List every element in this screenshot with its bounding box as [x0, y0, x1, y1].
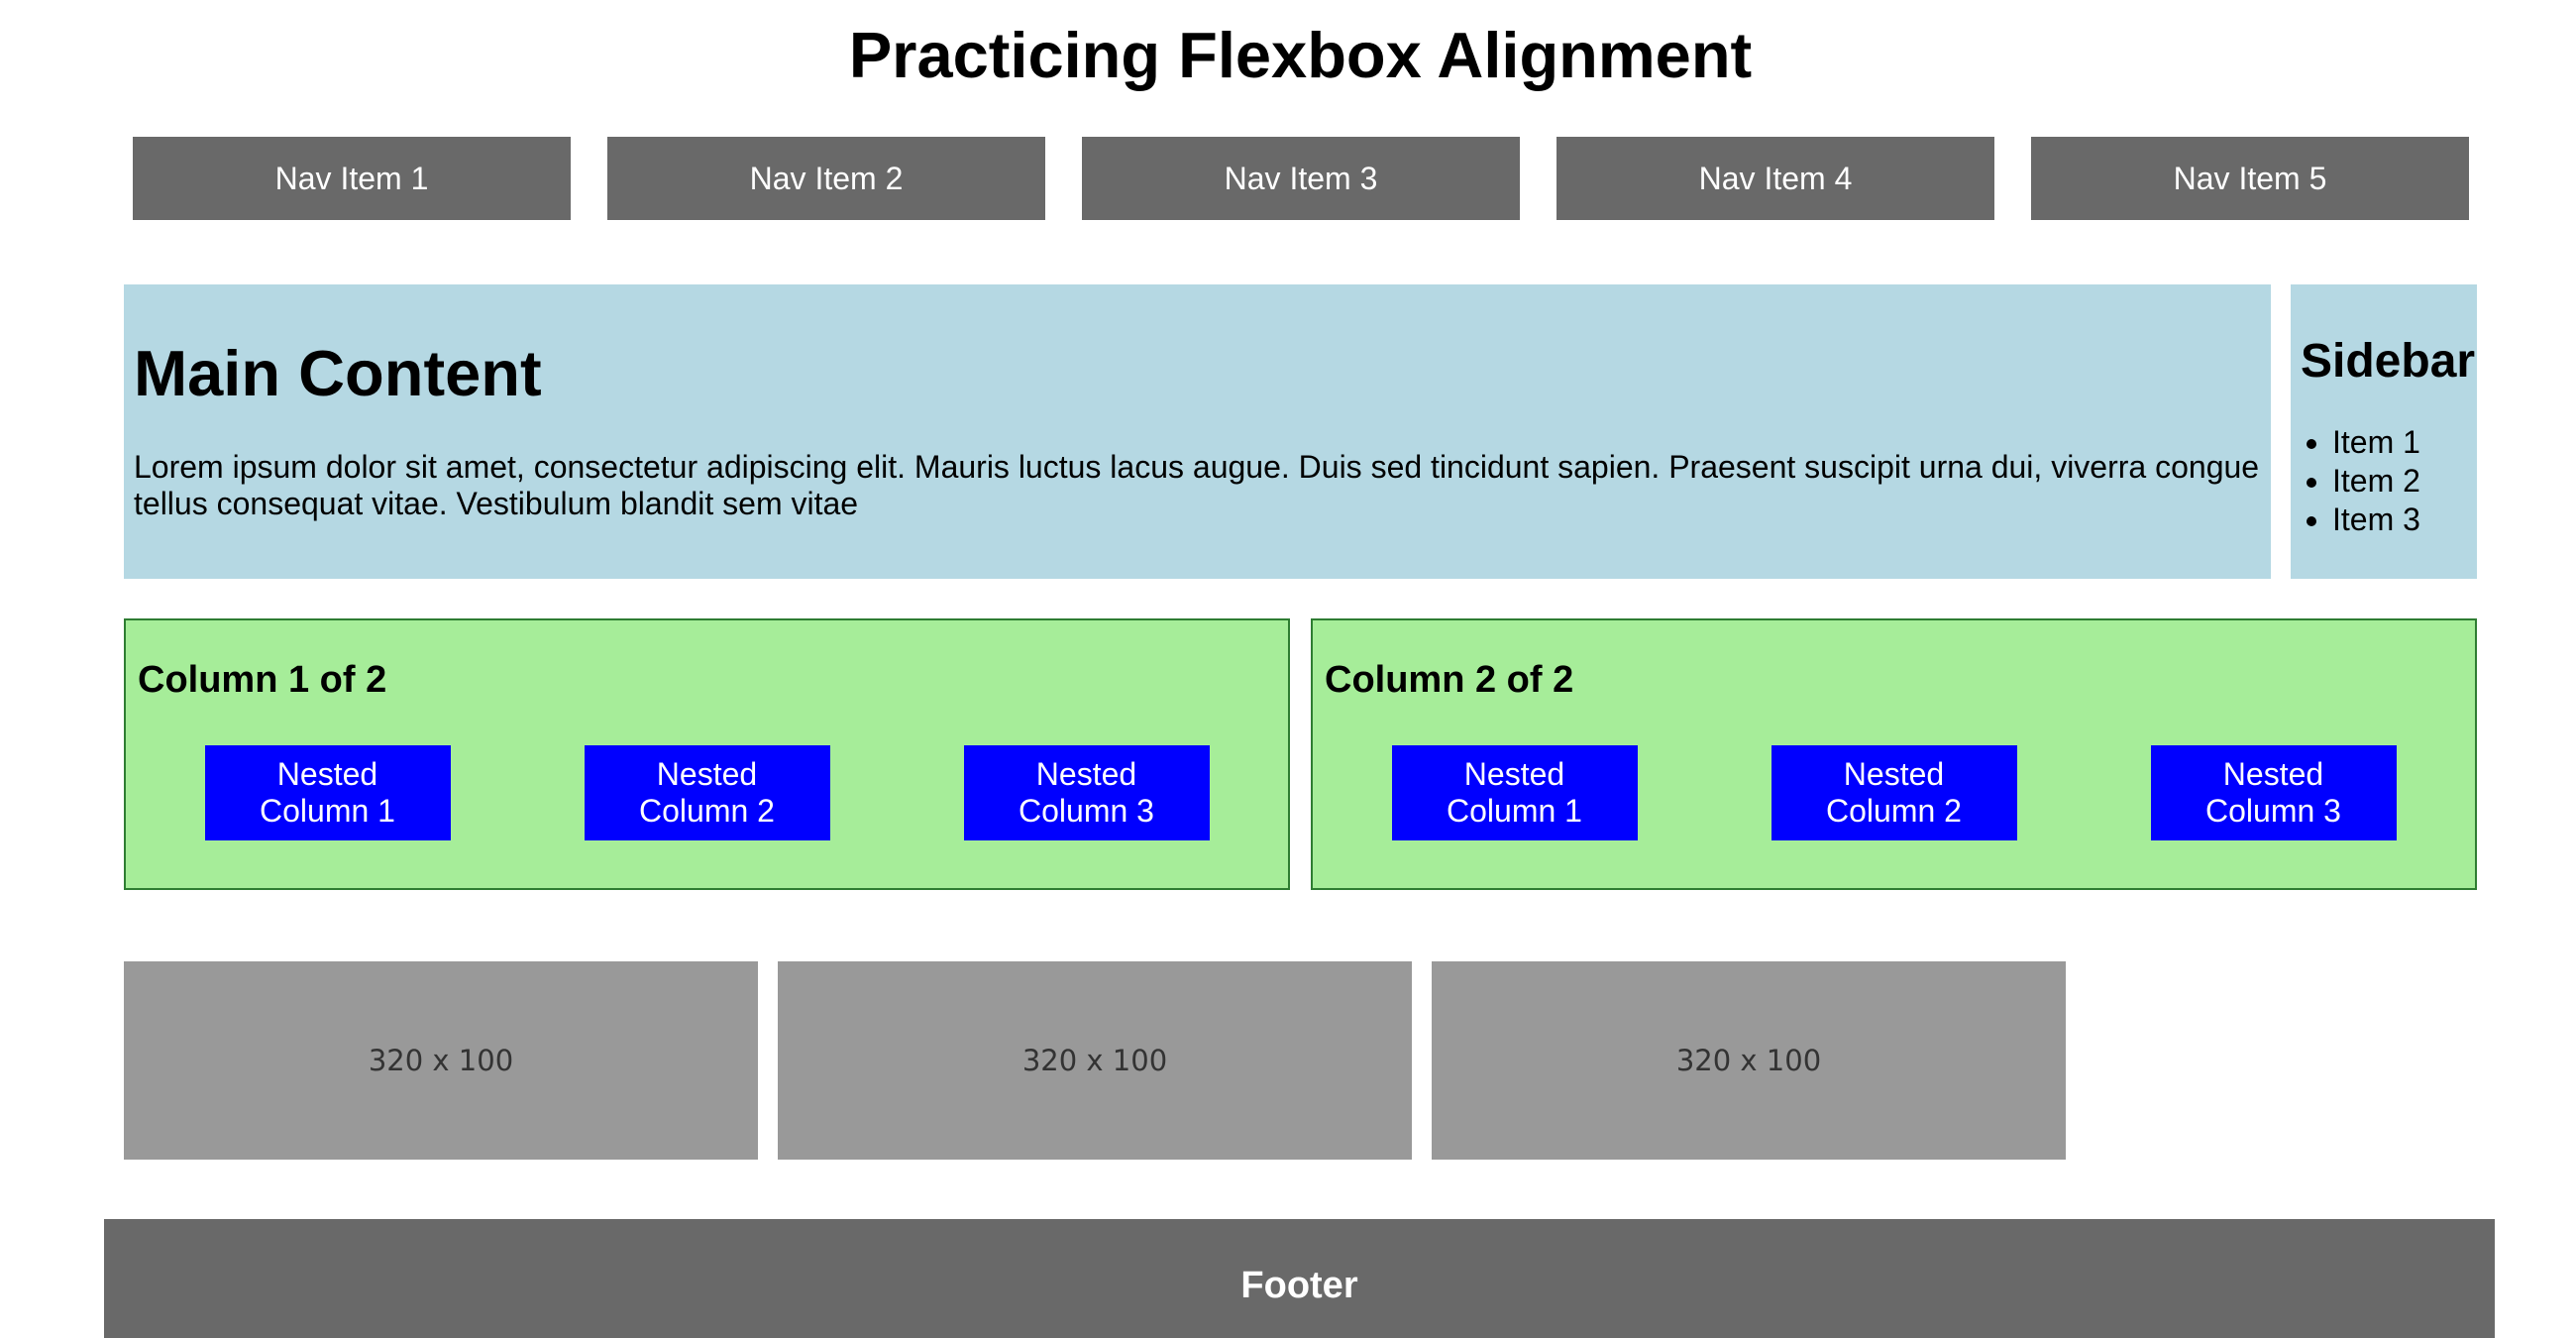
main-content: Main Content Lorem ipsum dolor sit amet,…: [124, 284, 2271, 579]
nav-bar: Nav Item 1 Nav Item 2 Nav Item 3 Nav Ite…: [133, 137, 2469, 220]
column-1: Column 1 of 2 Nested Column 1 Nested Col…: [124, 618, 1290, 890]
nested-column-2: Nested Column 2: [1771, 745, 2017, 840]
placeholder-image: 320 x 100: [778, 961, 1412, 1160]
nested-column-1: Nested Column 1: [1391, 745, 1638, 840]
sidebar: Sidebar Item 1 Item 2 Item 3: [2291, 284, 2477, 579]
column-2: Column 2 of 2 Nested Column 1 Nested Col…: [1311, 618, 2477, 890]
placeholder-image: 320 x 100: [1432, 961, 2066, 1160]
main-content-text: Lorem ipsum dolor sit amet, consectetur …: [134, 449, 2260, 521]
page-title: Practicing Flexbox Alignment: [848, 19, 1753, 91]
footer-text: Footer: [1240, 1265, 1358, 1306]
nav-item-1[interactable]: Nav Item 1: [133, 137, 571, 220]
columns-row: Column 1 of 2 Nested Column 1 Nested Col…: [124, 618, 2477, 890]
nav-item-2[interactable]: Nav Item 2: [607, 137, 1045, 220]
sidebar-list-item: Item 2: [2332, 462, 2467, 501]
nav-item-5[interactable]: Nav Item 5: [2031, 137, 2469, 220]
nav-item-4[interactable]: Nav Item 4: [1556, 137, 1994, 220]
nested-column-3: Nested Column 3: [963, 745, 1210, 840]
footer: Footer: [104, 1219, 2495, 1338]
nav-item-3[interactable]: Nav Item 3: [1082, 137, 1520, 220]
image-row: 320 x 100 320 x 100 320 x 100: [124, 961, 2477, 1160]
content-row: Main Content Lorem ipsum dolor sit amet,…: [124, 284, 2477, 579]
column-heading: Column 1 of 2: [138, 659, 387, 701]
sidebar-list-item: Item 3: [2332, 501, 2467, 539]
nested-column-1: Nested Column 1: [204, 745, 451, 840]
sidebar-heading: Sidebar: [2301, 335, 2476, 388]
nested-column-3: Nested Column 3: [2150, 745, 2397, 840]
nested-row: Nested Column 1 Nested Column 2 Nested C…: [138, 745, 1276, 840]
sidebar-list-item: Item 1: [2332, 423, 2467, 462]
main-content-heading: Main Content: [134, 337, 542, 409]
column-heading: Column 2 of 2: [1325, 659, 1574, 701]
sidebar-list: Item 1 Item 2 Item 3: [2301, 423, 2467, 539]
placeholder-image: 320 x 100: [124, 961, 758, 1160]
nested-row: Nested Column 1 Nested Column 2 Nested C…: [1325, 745, 2463, 840]
nested-column-2: Nested Column 2: [584, 745, 830, 840]
